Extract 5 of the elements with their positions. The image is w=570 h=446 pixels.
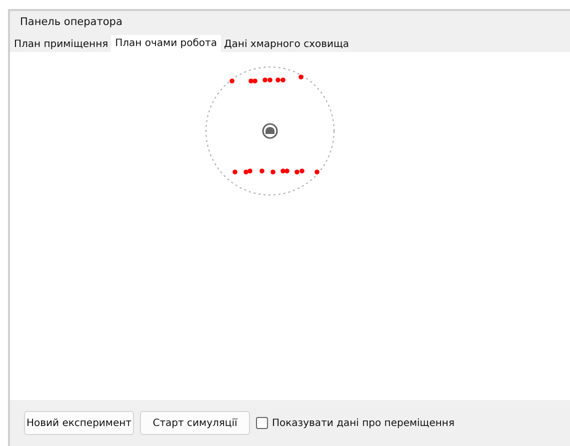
new-experiment-button[interactable]: Новий експеримент bbox=[24, 411, 134, 435]
checkbox-label: Показувати дані про переміщення bbox=[272, 418, 454, 428]
start-simulation-button[interactable]: Старт симуляції bbox=[140, 411, 250, 435]
tab[interactable]: План очами робота bbox=[111, 35, 221, 52]
panel-title: Панель оператора bbox=[19, 15, 124, 30]
